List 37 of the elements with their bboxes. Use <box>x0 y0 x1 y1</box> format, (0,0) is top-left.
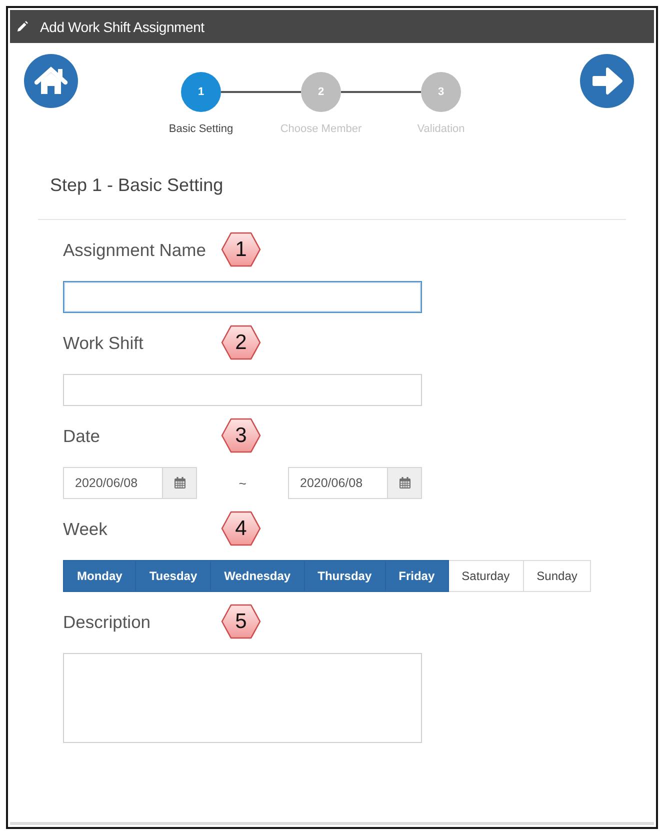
callout-badge: 1 <box>221 232 261 267</box>
text-area-field[interactable] <box>63 653 422 743</box>
range-separator: ~ <box>238 476 246 490</box>
weekday-toggle[interactable]: Thursday <box>304 560 386 592</box>
calendar-button[interactable] <box>162 467 197 499</box>
calendar-button[interactable] <box>387 467 422 499</box>
home-icon[interactable] <box>24 54 78 108</box>
step-circle: 3 <box>421 72 461 112</box>
field-label: Week <box>63 518 108 538</box>
weekday-toggle[interactable]: Sunday <box>524 560 592 592</box>
weekday-toggle[interactable]: Monday <box>63 560 136 592</box>
input-field[interactable] <box>63 281 422 313</box>
calendar-icon <box>174 477 186 489</box>
weekday-toggle[interactable]: Wednesday <box>211 560 305 592</box>
field-label: Date <box>63 426 101 446</box>
section-heading: Step 1 - Basic Setting <box>50 175 224 195</box>
field-label: Description <box>63 612 152 632</box>
field-label: Assignment Name <box>63 240 207 260</box>
pencil-icon <box>17 21 28 32</box>
callout-badge: 4 <box>221 511 261 546</box>
weekday-toggle[interactable]: Friday <box>386 560 449 592</box>
step-label: Validation <box>417 122 465 136</box>
weekday-toggle[interactable]: Tuesday <box>136 560 212 592</box>
calendar-icon <box>398 477 410 489</box>
step-circle: 2 <box>301 72 341 112</box>
window-title: Add Work Shift Assignment <box>40 18 204 34</box>
callout-badge: 2 <box>221 325 261 360</box>
callout-badge: 3 <box>221 418 261 453</box>
step-circle: 1 <box>181 72 221 112</box>
field-label: Work Shift <box>63 332 144 352</box>
input-field[interactable] <box>63 374 422 406</box>
date-field[interactable]: 2020/06/08 <box>63 467 162 499</box>
callout-badge: 5 <box>221 604 261 639</box>
weekday-toggle[interactable]: Saturday <box>448 560 524 592</box>
step-label: Basic Setting <box>168 122 234 136</box>
step-label: Choose Member <box>280 122 362 136</box>
date-field[interactable]: 2020/06/08 <box>288 467 387 499</box>
